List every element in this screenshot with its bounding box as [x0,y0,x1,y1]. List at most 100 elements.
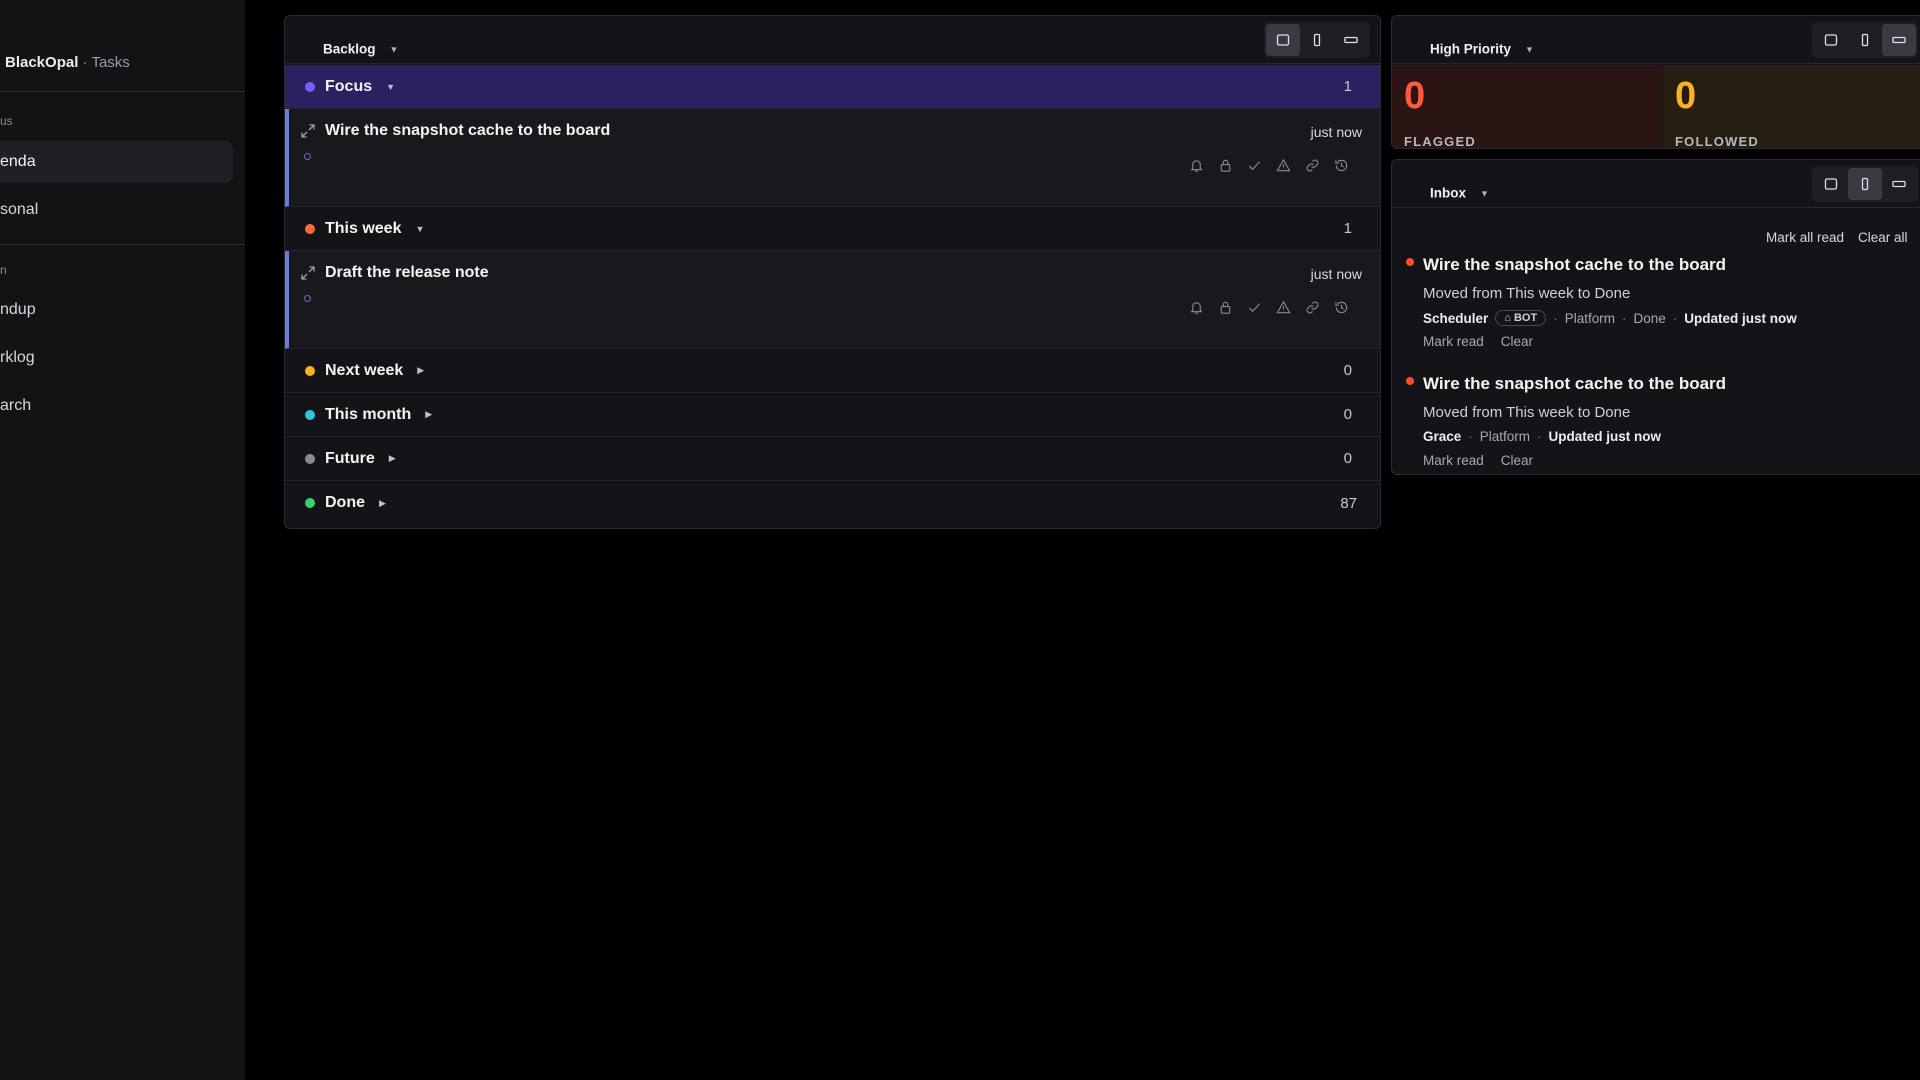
column-view-button[interactable] [1300,24,1334,56]
notification-actions: Mark read Clear [1423,334,1533,349]
chevron-down-icon: ▼ [386,81,396,92]
group-color-dot [305,409,315,420]
row-view-button[interactable] [1334,24,1368,56]
bot-badge: ⌂ BOT [1495,310,1547,326]
task-actions [1188,299,1350,316]
bell-icon[interactable] [1188,157,1205,174]
square-icon [1824,34,1838,46]
warning-icon[interactable] [1275,299,1292,316]
chevron-right-icon: ▶ [425,409,433,419]
high-priority-title: High Priority [1430,41,1512,57]
sidebar-item-standup[interactable]: ndup [0,289,233,331]
clear-all-button[interactable]: Clear all [1858,230,1908,245]
notification-meta: Scheduler ⌂ BOT · Platform · Done · Upda… [1423,310,1797,326]
sidebar-item-label: sonal [0,201,39,218]
history-icon[interactable] [1333,299,1350,316]
column-view-button[interactable] [1848,168,1882,200]
group-count: 87 [1340,494,1357,512]
group-label: Next week [325,361,404,379]
group-this-month[interactable]: This month ▶ 0 [285,393,1380,437]
unread-dot [1406,377,1414,385]
task-timestamp: just now [1310,266,1362,282]
warning-icon[interactable] [1275,157,1292,174]
check-icon[interactable] [1246,157,1263,174]
high-priority-panel: High Priority ▼ 0 FLAGGED 0 FOLLOWED [1391,15,1920,149]
history-icon[interactable] [1333,157,1350,174]
task-timestamp: just now [1310,124,1362,140]
brand[interactable]: BlackOpal · Tasks [5,54,130,71]
group-color-dot [305,365,315,376]
backlog-title: Backlog [323,41,376,57]
group-this-week[interactable]: This week ▼ 1 [285,207,1380,251]
group-count: 0 [1343,450,1352,467]
column-view-button[interactable] [1848,24,1882,56]
flagged-label: FLAGGED [1404,134,1476,149]
card-view-button[interactable] [1814,168,1848,200]
inbox-title-dropdown[interactable]: Inbox ▼ [1430,186,1489,201]
task-card[interactable]: Wire the snapshot cache to the board jus… [285,109,1380,207]
mark-all-read-button[interactable]: Mark all read [1766,230,1844,245]
task-card[interactable]: Draft the release note just now [285,251,1380,349]
flagged-count: 0 [1404,75,1426,117]
chevron-right-icon: ▶ [417,365,425,375]
lock-icon[interactable] [1217,157,1234,174]
column-icon [1861,33,1869,47]
group-done[interactable]: Done ▶ 87 [285,481,1380,525]
inbox-actions: Mark all read Clear all [1766,230,1908,245]
robot-icon: ⌂ [1504,312,1514,324]
meta-separator: · [1537,429,1542,444]
group-count: 0 [1343,362,1352,379]
group-color-dot [305,81,315,92]
card-view-button[interactable] [1266,24,1300,56]
row-icon [1892,180,1906,188]
sidebar-divider [0,244,245,245]
mark-read-button[interactable]: Mark read [1423,453,1484,468]
sidebar-item-search[interactable]: arch [0,385,233,427]
subtask-circle-icon[interactable] [304,153,311,160]
group-next-week[interactable]: Next week ▶ 0 [285,349,1380,393]
high-priority-title-dropdown[interactable]: High Priority ▼ [1430,42,1534,57]
row-view-button[interactable] [1882,168,1916,200]
inbox-title: Inbox [1430,185,1466,201]
subtask-circle-icon[interactable] [304,295,311,302]
row-view-button[interactable] [1882,24,1916,56]
group-count: 0 [1343,406,1352,423]
clear-button[interactable]: Clear [1501,334,1533,349]
group-future[interactable]: Future ▶ 0 [285,437,1380,481]
task-title[interactable]: Wire the snapshot cache to the board [325,122,610,140]
sidebar-item-personal[interactable]: sonal [0,189,233,231]
clear-button[interactable]: Clear [1501,453,1533,468]
meta-separator: · [1468,429,1473,444]
task-title[interactable]: Draft the release note [325,264,489,282]
link-icon[interactable] [1304,299,1321,316]
notification-updated: Updated just now [1548,429,1662,444]
expand-icon[interactable] [300,265,316,281]
chevron-right-icon: ▶ [388,453,396,463]
sidebar-item-label: enda [0,153,36,170]
sidebar-item-worklog[interactable]: rklog [0,337,233,379]
link-icon[interactable] [1304,157,1321,174]
bell-icon[interactable] [1188,299,1205,316]
group-count: 1 [1343,78,1352,95]
check-icon[interactable] [1246,299,1263,316]
notification-title[interactable]: Wire the snapshot cache to the board [1423,374,1726,394]
backlog-title-dropdown[interactable]: Backlog ▼ [323,42,398,57]
backlog-header: Backlog ▼ [285,16,1380,64]
notification-updated: Updated just now [1684,310,1797,326]
expand-icon[interactable] [300,123,316,139]
flagged-stat[interactable]: 0 FLAGGED [1392,65,1662,149]
group-focus[interactable]: Focus ▼ 1 [285,65,1380,109]
notification-description: Moved from This week to Done [1423,285,1631,302]
group-count: 1 [1343,220,1352,237]
notification-actor: Scheduler [1423,310,1489,326]
notification-tag: Platform [1564,310,1615,326]
group-label: This month [325,405,412,423]
meta-separator: · [1621,310,1627,326]
sidebar-item-agenda[interactable]: enda [0,141,233,183]
notification-title[interactable]: Wire the snapshot cache to the board [1423,255,1726,275]
card-view-button[interactable] [1814,24,1848,56]
lock-icon[interactable] [1217,299,1234,316]
mark-read-button[interactable]: Mark read [1423,334,1484,349]
task-actions [1188,157,1350,174]
followed-stat[interactable]: 0 FOLLOWED [1663,65,1920,148]
